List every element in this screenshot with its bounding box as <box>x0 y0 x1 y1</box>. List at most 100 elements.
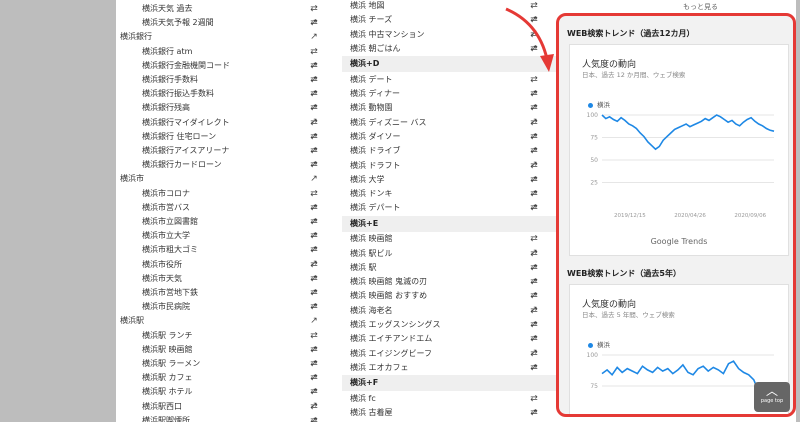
retweet-icon[interactable]: ⇄ <box>306 357 322 371</box>
retweet-icon[interactable]: ⇄ <box>306 130 322 144</box>
keyword-link[interactable]: 横浜 エイチアンドエム <box>350 332 432 346</box>
keyword-link[interactable]: 横浜 デパート <box>350 201 401 215</box>
retweet-icon[interactable]: ⇄ <box>526 347 542 361</box>
keyword-link[interactable]: 横浜 fc <box>350 392 376 406</box>
retweet-icon[interactable]: ⇄ <box>306 16 322 30</box>
retweet-icon[interactable]: ⇄ <box>526 304 542 318</box>
retweet-icon[interactable]: ⇄ <box>306 144 322 158</box>
keyword-link[interactable]: 横浜駅 ランチ <box>142 329 193 343</box>
keyword-link[interactable]: 横浜 デート <box>350 73 393 87</box>
keyword-link[interactable]: 横浜 地図 <box>350 0 385 13</box>
retweet-icon[interactable]: ⇄ <box>526 406 542 420</box>
retweet-icon[interactable]: ⇄ <box>526 332 542 346</box>
keyword-link[interactable]: 横浜 エオカフェ <box>350 361 409 375</box>
retweet-icon[interactable]: ⇄ <box>306 385 322 399</box>
keyword-link[interactable]: 横浜駅 映画館 <box>142 343 193 357</box>
keyword-link[interactable]: 横浜 ディナー <box>350 87 400 101</box>
keyword-link[interactable]: 横浜 ドンキ <box>350 187 393 201</box>
keyword-link[interactable]: 横浜 エイジングビーフ <box>350 347 432 361</box>
retweet-icon[interactable]: ⇄ <box>306 215 322 229</box>
retweet-icon[interactable]: ⇄ <box>526 289 542 303</box>
keyword-link[interactable]: 横浜 チーズ <box>350 13 392 27</box>
retweet-icon[interactable]: ⇄ <box>526 361 542 375</box>
external-link-icon[interactable]: ↗ <box>306 172 322 186</box>
keyword-link[interactable]: 横浜市営地下鉄 <box>142 286 198 300</box>
keyword-link[interactable]: 横浜銀行手数料 <box>142 73 198 87</box>
keyword-link[interactable]: 横浜 古着屋 <box>350 406 393 420</box>
keyword-link[interactable]: 横浜駅 カフェ <box>142 371 193 385</box>
keyword-link[interactable]: 横浜 映画館 鬼滅の刃 <box>350 275 427 289</box>
keyword-link[interactable]: 横浜天気予報 2週間 <box>142 16 214 30</box>
keyword-link[interactable]: 横浜銀行 atm <box>142 45 192 59</box>
keyword-link[interactable]: 横浜 中古マンション <box>350 28 425 42</box>
keyword-link[interactable]: 横浜 駅 <box>350 261 377 275</box>
keyword-link[interactable]: 横浜銀行 住宅ローン <box>142 130 216 144</box>
retweet-icon[interactable]: ⇄ <box>306 158 322 172</box>
retweet-icon[interactable]: ⇄ <box>306 300 322 314</box>
keyword-link[interactable]: 横浜 ディズニー バス <box>350 116 427 130</box>
retweet-icon[interactable]: ⇄ <box>306 400 322 414</box>
keyword-link[interactable]: 横浜市立大学 <box>142 229 190 243</box>
keyword-link[interactable]: 横浜銀行アイスアリーナ <box>142 144 229 158</box>
retweet-icon[interactable]: ⇄ <box>306 243 322 257</box>
retweet-icon[interactable]: ⇄ <box>526 159 542 173</box>
keyword-link[interactable]: 横浜銀行金融機関コード <box>142 59 230 73</box>
retweet-icon[interactable]: ⇄ <box>526 144 542 158</box>
retweet-icon[interactable]: ⇄ <box>526 173 542 187</box>
keyword-link[interactable]: 横浜 ドライブ <box>350 144 401 158</box>
keyword-link[interactable]: 横浜市営バス <box>142 201 190 215</box>
retweet-icon[interactable]: ⇄ <box>306 59 322 73</box>
retweet-icon[interactable]: ⇄ <box>526 130 542 144</box>
retweet-icon[interactable]: ⇄ <box>306 73 322 87</box>
retweet-icon[interactable]: ⇄ <box>306 329 322 343</box>
keyword-link[interactable]: 横浜市粗大ゴミ <box>142 243 198 257</box>
retweet-icon[interactable]: ⇄ <box>306 343 322 357</box>
retweet-icon[interactable]: ⇄ <box>526 101 542 115</box>
retweet-icon[interactable]: ⇄ <box>526 275 542 289</box>
retweet-icon[interactable]: ⇄ <box>306 371 322 385</box>
keyword-link[interactable]: 横浜 映画館 <box>350 232 393 246</box>
retweet-icon[interactable]: ⇄ <box>306 414 322 422</box>
retweet-icon[interactable]: ⇄ <box>306 286 322 300</box>
retweet-icon[interactable]: ⇄ <box>526 318 542 332</box>
page-top-button[interactable]: ︿ page top <box>754 382 790 412</box>
google-trends-logo[interactable]: Google Trends <box>570 237 788 246</box>
keyword-link[interactable]: 横浜駅西口 <box>142 400 182 414</box>
retweet-icon[interactable]: ⇄ <box>526 392 542 406</box>
see-more-link[interactable]: もっと見る <box>683 2 718 12</box>
keyword-link[interactable]: 横浜市天気 <box>142 272 182 286</box>
external-link-icon[interactable]: ↗ <box>306 30 322 44</box>
retweet-icon[interactable]: ⇄ <box>526 247 542 261</box>
retweet-icon[interactable]: ⇄ <box>526 201 542 215</box>
keyword-link[interactable]: 横浜銀行振込手数料 <box>142 87 214 101</box>
keyword-link[interactable]: 横浜市役所 <box>142 258 182 272</box>
keyword-link[interactable]: 横浜 駅ビル <box>350 247 393 261</box>
retweet-icon[interactable]: ⇄ <box>526 261 542 275</box>
keyword-link[interactable]: 横浜銀行残高 <box>142 101 190 115</box>
keyword-link[interactable]: 横浜 映画館 おすすめ <box>350 289 427 303</box>
keyword-link[interactable]: 横浜銀行カードローン <box>142 158 222 172</box>
keyword-link[interactable]: 横浜 エッグスンシングス <box>350 318 441 332</box>
retweet-icon[interactable]: ⇄ <box>526 187 542 201</box>
keyword-link[interactable]: 横浜駅 ホテル <box>142 385 193 399</box>
retweet-icon[interactable]: ⇄ <box>306 116 322 130</box>
keyword-link[interactable]: 横浜 動物園 <box>350 101 393 115</box>
retweet-icon[interactable]: ⇄ <box>306 272 322 286</box>
keyword-link[interactable]: 横浜市コロナ <box>142 187 190 201</box>
keyword-link[interactable]: 横浜 海老名 <box>350 304 393 318</box>
retweet-icon[interactable]: ⇄ <box>306 187 322 201</box>
keyword-link[interactable]: 横浜市立図書館 <box>142 215 198 229</box>
keyword-link[interactable]: 横浜天気 過去 <box>142 2 193 16</box>
retweet-icon[interactable]: ⇄ <box>306 2 322 16</box>
keyword-link[interactable]: 横浜 大学 <box>350 173 385 187</box>
retweet-icon[interactable]: ⇄ <box>306 101 322 115</box>
retweet-icon[interactable]: ⇄ <box>306 201 322 215</box>
keyword-link[interactable]: 横浜 朝ごはん <box>350 42 401 56</box>
retweet-icon[interactable]: ⇄ <box>526 116 542 130</box>
retweet-icon[interactable]: ⇄ <box>306 258 322 272</box>
keyword-link[interactable]: 横浜市民病院 <box>142 300 190 314</box>
keyword-link[interactable]: 横浜銀行マイダイレクト <box>142 116 230 130</box>
keyword-link[interactable]: 横浜 ダイソー <box>350 130 401 144</box>
keyword-link[interactable]: 横浜駅 ラーメン <box>142 357 200 371</box>
retweet-icon[interactable]: ⇄ <box>526 87 542 101</box>
